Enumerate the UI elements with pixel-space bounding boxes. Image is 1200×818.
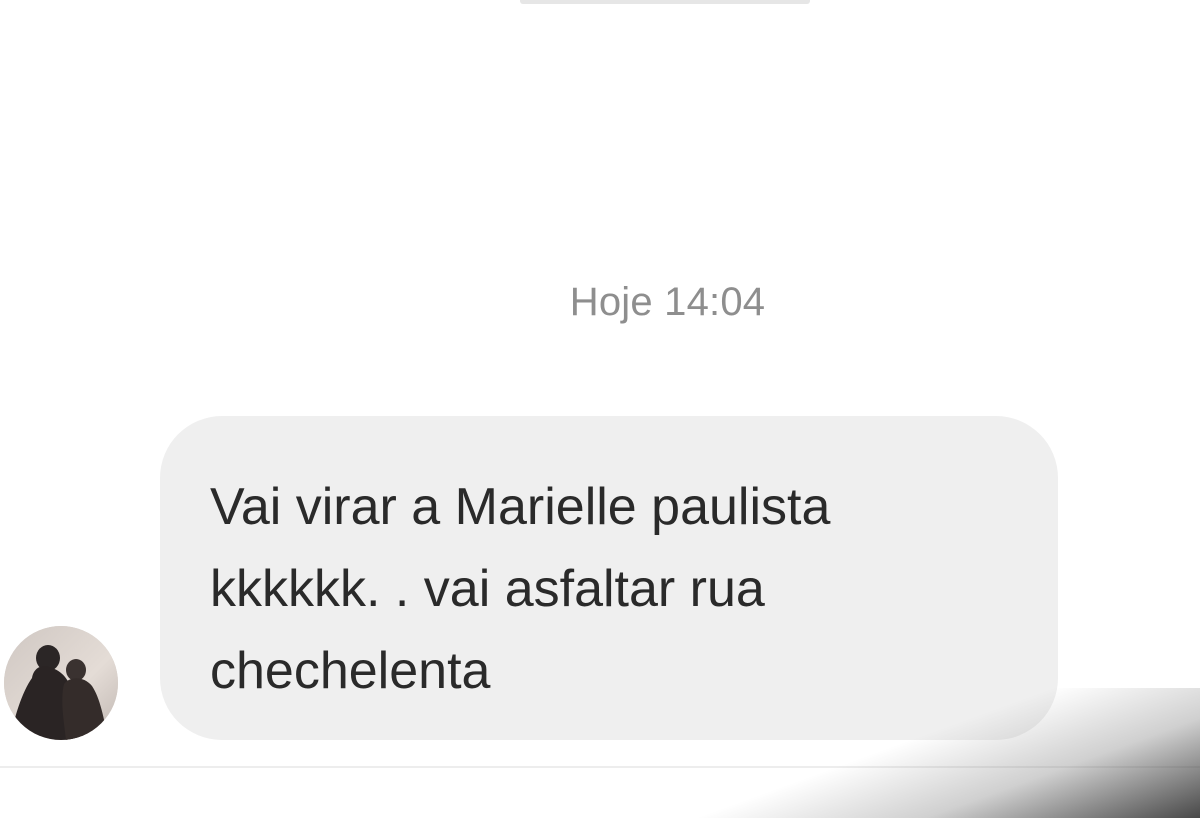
chat-screen: Hoje 14:04 Vai virar a Marielle paulista…: [0, 0, 1200, 818]
composer-divider: [0, 766, 1200, 768]
message-bubble[interactable]: Vai virar a Marielle paulista kkkkkk. . …: [160, 416, 1058, 740]
top-bar-edge: [520, 0, 810, 4]
message-row: Vai virar a Marielle paulista kkkkkk. . …: [0, 416, 1200, 746]
message-timestamp: Hoje 14:04: [569, 280, 766, 324]
avatar-photo-icon: [4, 626, 118, 740]
sender-avatar[interactable]: [4, 626, 118, 740]
message-text: Vai virar a Marielle paulista kkkkkk. . …: [210, 478, 831, 700]
